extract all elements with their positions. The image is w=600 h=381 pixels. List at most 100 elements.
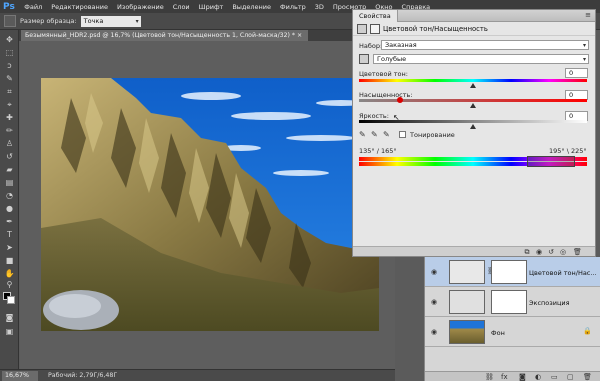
brush-tool-icon[interactable]: ✏: [4, 125, 15, 136]
layer-row[interactable]: ◉ Фон 🔒: [425, 317, 600, 347]
layer-name: Цветовой тон/Нас...: [529, 269, 597, 277]
app-logo: Ps: [3, 1, 15, 12]
properties-footer: ⧉ ◉ ↺ ◎ 🗑: [353, 246, 595, 256]
layer-name: Фон: [491, 329, 505, 337]
cursor-dot-icon: [397, 97, 403, 103]
document-tab[interactable]: Безымянный_HDR2.psd @ 16,7% (Цветовой то…: [21, 30, 309, 41]
gradient-tool-icon[interactable]: ▤: [4, 177, 15, 188]
properties-panel-titlebar: Свойства ≡: [353, 10, 595, 22]
layer-row[interactable]: ◉ ⛓ Цветовой тон/Нас...: [425, 257, 600, 287]
targeted-adjustment-icon[interactable]: [359, 54, 369, 64]
color-range-selector[interactable]: [527, 156, 575, 167]
hue-slider-track[interactable]: [359, 79, 587, 82]
panel-menu-icon[interactable]: ≡: [585, 11, 591, 19]
move-tool-icon[interactable]: ✥: [4, 34, 15, 45]
layers-panel: ◉ ⛓ Цветовой тон/Нас... ◉ Экспозиция ◉ Ф…: [424, 257, 600, 381]
link-layers-icon[interactable]: ⛓: [485, 373, 494, 381]
blur-tool-icon[interactable]: ◔: [4, 190, 15, 201]
eyedropper-tool-icon[interactable]: ⌖: [4, 99, 15, 110]
eye-icon[interactable]: ◉: [431, 268, 437, 276]
channel-select[interactable]: Голубые ▾: [373, 54, 589, 64]
pen-tool-icon[interactable]: ✒: [4, 216, 15, 227]
new-group-icon[interactable]: ▭: [551, 373, 558, 381]
menu-3d[interactable]: 3D: [310, 3, 328, 11]
range-left-label: 135° / 165°: [359, 147, 397, 155]
quick-select-tool-icon[interactable]: ✎: [4, 73, 15, 84]
type-tool-icon[interactable]: T: [4, 229, 15, 240]
menu-select[interactable]: Выделение: [228, 3, 276, 11]
layer-thumbnail: [449, 320, 485, 344]
eyedropper-subtract-icon[interactable]: ✎: [383, 130, 390, 139]
sample-size-value: Точка: [83, 16, 104, 25]
chevron-down-icon: ▾: [582, 56, 586, 63]
eraser-tool-icon[interactable]: ▰: [4, 164, 15, 175]
lightness-label: Яркость:: [359, 112, 389, 120]
lock-icon: 🔒: [583, 327, 592, 335]
clip-to-layer-icon[interactable]: ⧉: [523, 248, 531, 256]
background-color-swatch[interactable]: [7, 296, 15, 304]
menu-edit[interactable]: Редактирование: [47, 3, 113, 11]
hand-tool-icon[interactable]: ✋: [4, 268, 15, 279]
hue-label: Цветовой тон:: [359, 70, 408, 78]
layer-mask-thumbnail[interactable]: [491, 260, 527, 284]
new-layer-icon[interactable]: ▢: [567, 373, 574, 381]
preset-select[interactable]: Заказная ▾: [381, 40, 589, 50]
status-bar: 16,67% Рабочий: 2,79Г/6,48Г: [0, 369, 395, 381]
eyedropper-add-icon[interactable]: ✎: [371, 130, 378, 139]
quick-mask-icon[interactable]: ◙: [4, 312, 15, 323]
menu-file[interactable]: Файл: [20, 3, 47, 11]
layer-mask-icon[interactable]: [370, 23, 380, 34]
canvas-area[interactable]: [20, 41, 395, 369]
new-adjustment-icon[interactable]: ◐: [535, 373, 541, 381]
hue-slider-knob[interactable]: [470, 83, 476, 88]
sample-size-select[interactable]: Точка ▾: [80, 15, 141, 27]
history-brush-tool-icon[interactable]: ↺: [4, 151, 15, 162]
dodge-tool-icon[interactable]: ●: [4, 203, 15, 214]
screen-mode-icon[interactable]: ▣: [4, 326, 15, 337]
layer-row[interactable]: ◉ Экспозиция: [425, 287, 600, 317]
healing-brush-tool-icon[interactable]: ✚: [4, 112, 15, 123]
layers-footer: ⛓ fx ◙ ◐ ▭ ▢ 🗑: [425, 371, 600, 381]
lightness-slider-knob[interactable]: [470, 124, 476, 129]
mouse-pointer-icon: ↖: [393, 113, 400, 122]
zoom-tool-icon[interactable]: ⚲: [4, 279, 15, 290]
delete-layer-icon[interactable]: 🗑: [583, 373, 592, 381]
menu-image[interactable]: Изображение: [113, 3, 169, 11]
path-selection-tool-icon[interactable]: ➤: [4, 242, 15, 253]
eye-icon[interactable]: ◉: [431, 298, 437, 306]
saturation-slider-knob[interactable]: [470, 103, 476, 108]
shape-tool-icon[interactable]: ■: [4, 255, 15, 266]
preset-value: Заказная: [385, 41, 417, 49]
document-info[interactable]: Рабочий: 2,79Г/6,48Г: [48, 372, 117, 379]
colorize-checkbox[interactable]: [399, 131, 406, 138]
colorize-label: Тонирование: [410, 131, 455, 139]
eyedropper-icon[interactable]: ✎: [359, 130, 366, 139]
zoom-level-field[interactable]: 16,67%: [2, 370, 38, 381]
menu-filter[interactable]: Фильтр: [276, 3, 311, 11]
menu-type[interactable]: Шрифт: [194, 3, 228, 11]
eye-icon[interactable]: ◉: [431, 328, 437, 336]
hue-input[interactable]: 0: [565, 68, 588, 78]
lasso-tool-icon[interactable]: ↄ: [4, 60, 15, 71]
adjustment-thumbnail-icon: [449, 290, 485, 314]
layer-mask-thumbnail[interactable]: [491, 290, 527, 314]
visibility-icon[interactable]: ◎: [559, 248, 567, 256]
marquee-tool-icon[interactable]: ⬚: [4, 47, 15, 58]
adjustment-header: Цветовой тон/Насыщенность: [353, 22, 595, 36]
saturation-slider-track[interactable]: [359, 99, 587, 102]
saturation-label: Насыщенность:: [359, 91, 413, 99]
add-mask-icon[interactable]: ◙: [519, 373, 526, 381]
chevron-down-icon: ▾: [582, 42, 586, 49]
view-previous-icon[interactable]: ◉: [535, 248, 543, 256]
hue-saturation-adjustment-icon: [357, 23, 367, 34]
reset-icon[interactable]: ↺: [547, 248, 555, 256]
layer-style-icon[interactable]: fx: [501, 373, 508, 381]
crop-tool-icon[interactable]: ⌗: [4, 86, 15, 97]
sample-size-label: Размер образца:: [20, 17, 77, 25]
properties-tab[interactable]: Свойства: [353, 10, 398, 22]
document-image[interactable]: [41, 78, 379, 331]
eyedropper-tool-preset-icon[interactable]: [4, 15, 16, 27]
menu-layers[interactable]: Слои: [168, 3, 194, 11]
trash-icon[interactable]: 🗑: [573, 248, 582, 256]
clone-stamp-tool-icon[interactable]: ♙: [4, 138, 15, 149]
